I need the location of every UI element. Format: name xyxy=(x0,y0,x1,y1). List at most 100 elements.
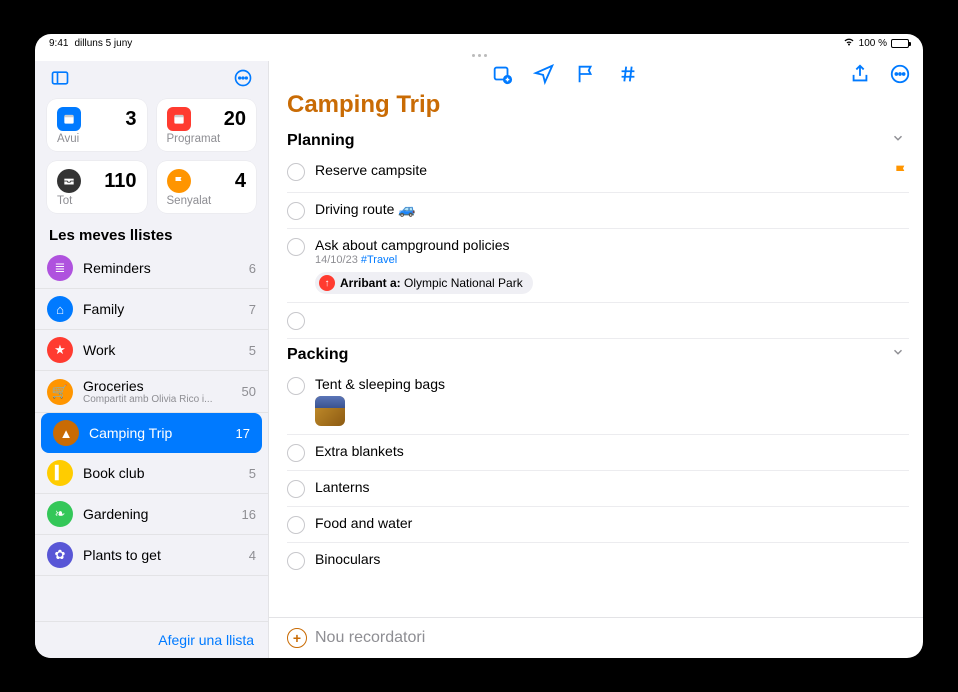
list-icon: ⌂ xyxy=(47,296,73,322)
sidebar-item-reminders[interactable]: ≣ Reminders 6 xyxy=(35,248,268,289)
smart-label: Tot xyxy=(57,195,137,207)
add-list-button[interactable]: Afegir una llista xyxy=(35,621,268,658)
list-count: 50 xyxy=(242,384,256,399)
sidebar-item-groceries[interactable]: 🛒 Groceries Compartit amb Olivia Rico i.… xyxy=(35,371,268,413)
smart-label: Programat xyxy=(167,133,247,145)
battery-icon xyxy=(891,39,909,48)
smart-card-avui[interactable]: 3 Avui xyxy=(47,99,147,151)
list-count: 5 xyxy=(249,343,256,358)
list-icon: ▍ xyxy=(47,460,73,486)
reminder-title: Ask about campground policies xyxy=(315,237,909,253)
screen: 9:41 dilluns 5 juny 100 % xyxy=(35,34,923,658)
sidebar-item-family[interactable]: ⌂ Family 7 xyxy=(35,289,268,330)
reminder-title: Food and water xyxy=(315,515,909,531)
complete-circle[interactable] xyxy=(287,377,305,395)
list-name: Camping Trip xyxy=(89,425,226,441)
list-name: Reminders xyxy=(83,260,239,276)
complete-circle[interactable] xyxy=(287,480,305,498)
complete-circle[interactable] xyxy=(287,312,305,330)
list-subtitle: Compartit amb Olivia Rico i... xyxy=(83,394,232,405)
reminder-title: Driving route 🚙 xyxy=(315,201,909,218)
smart-count: 3 xyxy=(125,108,136,131)
complete-circle[interactable] xyxy=(287,163,305,181)
smart-count: 20 xyxy=(224,108,246,131)
wifi-icon xyxy=(843,37,855,49)
section-header-planning[interactable]: Planning xyxy=(287,125,909,154)
section-title: Planning xyxy=(287,132,355,150)
smart-card-senyalat[interactable]: 4 Senyalat xyxy=(157,161,257,213)
reminder-row[interactable]: Lanterns xyxy=(287,471,909,507)
complete-circle[interactable] xyxy=(287,516,305,534)
smart-card-programat[interactable]: 20 Programat xyxy=(157,99,257,151)
attachment-thumbnail[interactable] xyxy=(315,396,345,426)
flag-icon[interactable] xyxy=(575,63,597,85)
list-icon: ≣ xyxy=(47,255,73,281)
list-count: 6 xyxy=(249,261,256,276)
list-count: 7 xyxy=(249,302,256,317)
list-icon: 🛒 xyxy=(47,379,73,405)
smart-card-tot[interactable]: 110 Tot xyxy=(47,161,147,213)
toolbar xyxy=(269,61,923,89)
flag-icon xyxy=(167,169,191,193)
more-icon[interactable] xyxy=(230,65,256,91)
complete-circle[interactable] xyxy=(287,202,305,220)
list-name: Groceries xyxy=(83,378,232,394)
tray-icon xyxy=(57,169,81,193)
new-reminder-label: Nou recordatori xyxy=(315,629,425,647)
list-name: Plants to get xyxy=(83,547,239,563)
sidebar-item-gardening[interactable]: ❧ Gardening 16 xyxy=(35,494,268,535)
section-header-packing[interactable]: Packing xyxy=(287,339,909,368)
reminder-row[interactable]: Extra blankets xyxy=(287,435,909,471)
calendar-icon xyxy=(167,107,191,131)
sidebar: 3 Avui 20 Programat 110 Tot 4 Senyalat L… xyxy=(35,61,269,658)
battery-pct: 100 % xyxy=(859,38,887,49)
list-count: 16 xyxy=(242,507,256,522)
list-icon: ✿ xyxy=(47,542,73,568)
sidebar-item-book club[interactable]: ▍ Book club 5 xyxy=(35,453,268,494)
status-bar: 9:41 dilluns 5 juny 100 % xyxy=(35,34,923,52)
reminder-row[interactable]: Ask about campground policies 14/10/23 #… xyxy=(287,229,909,303)
list-count: 4 xyxy=(249,548,256,563)
calendar-icon xyxy=(57,107,81,131)
smart-label: Senyalat xyxy=(167,195,247,207)
smart-label: Avui xyxy=(57,133,137,145)
new-reminder-button[interactable]: + Nou recordatori xyxy=(269,617,923,658)
chevron-down-icon xyxy=(891,131,905,150)
status-date: dilluns 5 juny xyxy=(74,38,132,49)
reminder-title: Binoculars xyxy=(315,551,909,567)
reminder-row[interactable]: Reserve campsite xyxy=(287,154,909,193)
flag-indicator-icon xyxy=(893,163,909,184)
hashtag-icon[interactable] xyxy=(617,63,639,85)
complete-circle[interactable] xyxy=(287,552,305,570)
reminder-row[interactable]: Food and water xyxy=(287,507,909,543)
location-chip[interactable]: ↑Arribant a: Olympic National Park xyxy=(315,272,533,294)
reminder-row[interactable]: Tent & sleeping bags xyxy=(287,368,909,435)
list-count: 5 xyxy=(249,466,256,481)
reminder-meta: 14/10/23 #Travel xyxy=(315,254,909,266)
list-count: 17 xyxy=(236,426,250,441)
share-icon[interactable] xyxy=(849,63,871,85)
smart-count: 4 xyxy=(235,170,246,193)
page-title: Camping Trip xyxy=(269,89,923,125)
plus-icon: + xyxy=(287,628,307,648)
list-icon: ❧ xyxy=(47,501,73,527)
reminder-row[interactable]: Binoculars xyxy=(287,543,909,578)
list-name: Work xyxy=(83,342,239,358)
list-name: Gardening xyxy=(83,506,232,522)
location-icon[interactable] xyxy=(533,63,555,85)
sidebar-item-plants to get[interactable]: ✿ Plants to get 4 xyxy=(35,535,268,576)
calendar-add-icon[interactable] xyxy=(491,63,513,85)
sidebar-item-camping trip[interactable]: ▲ Camping Trip 17 xyxy=(41,413,262,453)
ipad-frame: 9:41 dilluns 5 juny 100 % xyxy=(9,8,949,684)
sidebar-toggle-icon[interactable] xyxy=(47,65,73,91)
list-icon: ▲ xyxy=(53,420,79,446)
complete-circle[interactable] xyxy=(287,238,305,256)
list-name: Family xyxy=(83,301,239,317)
reminder-row[interactable] xyxy=(287,303,909,339)
sidebar-item-work[interactable]: ★ Work 5 xyxy=(35,330,268,371)
reminder-row[interactable]: Driving route 🚙 xyxy=(287,193,909,229)
complete-circle[interactable] xyxy=(287,444,305,462)
multitask-handle[interactable] xyxy=(35,52,923,61)
more-menu-icon[interactable] xyxy=(889,63,911,85)
location-pin-icon: ↑ xyxy=(319,275,335,291)
